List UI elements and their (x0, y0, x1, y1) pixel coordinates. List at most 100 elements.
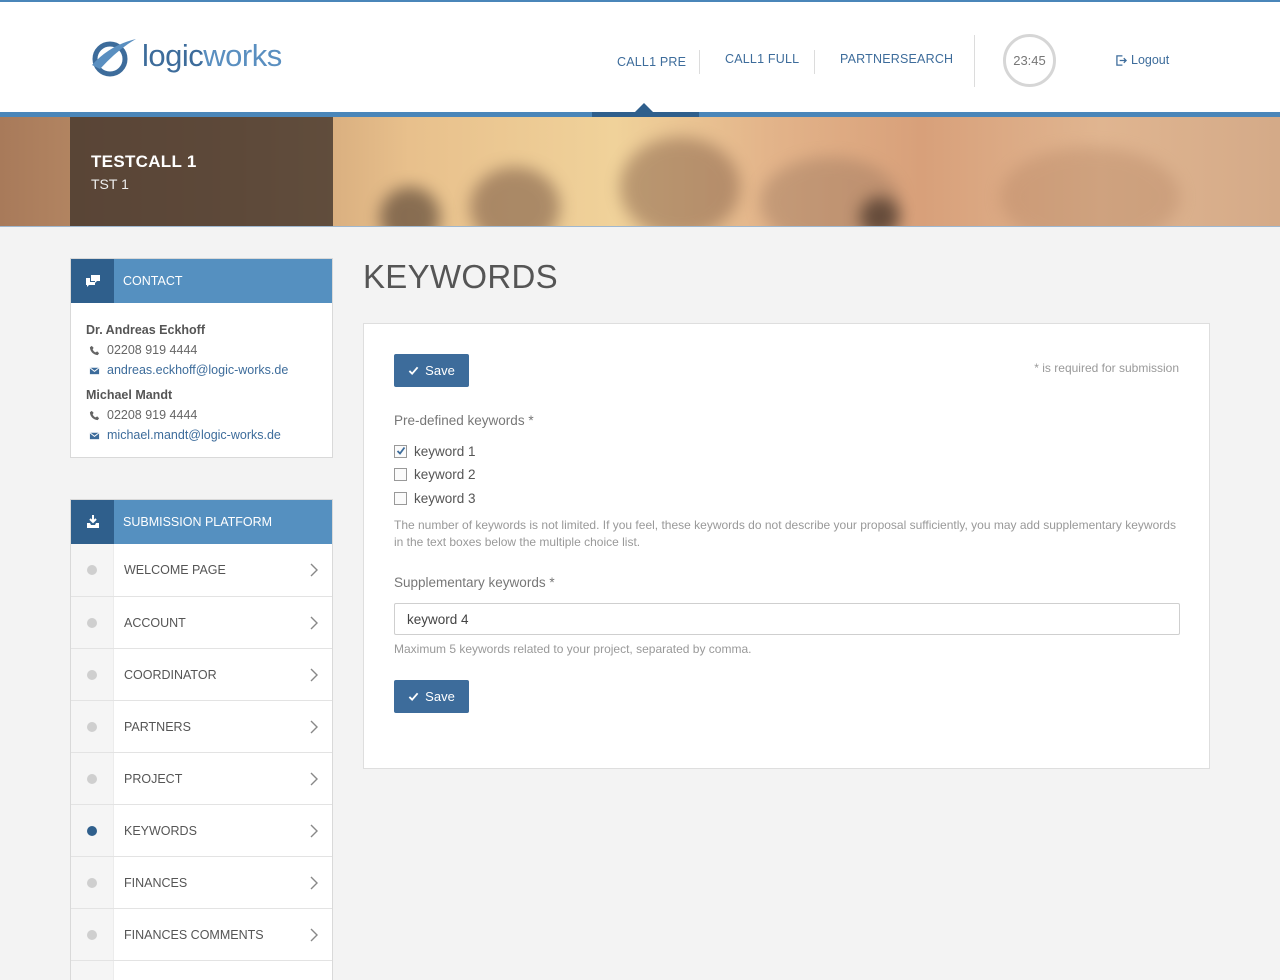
sidebar-item-keywords[interactable]: KEYWORDS (71, 804, 332, 856)
sidebar-item-label: PARTNERS (124, 719, 191, 734)
nav-item-partnersearch[interactable]: PARTNERSEARCH (840, 52, 953, 66)
sidebar-item-welcome-page[interactable]: WELCOME PAGE (71, 544, 332, 596)
checkmark-icon (408, 366, 419, 376)
sidebar-item-label: FINANCES COMMENTS (124, 927, 264, 942)
envelope-icon (89, 366, 100, 374)
nav-active-caret (635, 103, 653, 112)
contact-email-link[interactable]: andreas.eckhoff@logic-works.de (107, 363, 288, 377)
nav-divider (699, 50, 700, 74)
keyword-label: keyword 3 (414, 490, 476, 506)
contact-panel-header: CONTACT (71, 259, 332, 303)
status-dot (87, 617, 97, 628)
call-info-box: TESTCALL 1 TST 1 (70, 117, 333, 226)
session-timer-value: 23:45 (1013, 53, 1046, 68)
sidebar-item-project-summary[interactable]: PROJECT SUMMARY (71, 960, 332, 980)
phone-icon (89, 345, 100, 355)
page-title: KEYWORDS (363, 258, 558, 295)
status-dot (87, 565, 97, 575)
chevron-right-icon (310, 928, 318, 942)
status-dot-cell (71, 649, 114, 700)
contact-panel: CONTACT Dr. Andreas Eckhoff 02208 919 44… (70, 258, 333, 458)
save-button-label: Save (425, 689, 455, 704)
checkbox[interactable] (394, 444, 407, 458)
status-dot (87, 669, 97, 680)
logout-link[interactable]: Logout (1116, 53, 1169, 67)
phone-icon (89, 410, 100, 420)
status-dot-cell (71, 961, 114, 980)
status-dot-cell (71, 753, 114, 804)
predefined-keywords-help: The number of keywords is not limited. I… (394, 518, 1176, 549)
supplementary-keywords-input[interactable] (394, 603, 1180, 635)
chevron-right-icon (310, 772, 318, 786)
chevron-right-icon (310, 563, 318, 577)
checkbox[interactable] (394, 491, 407, 505)
keyword-checkbox-row[interactable]: keyword 2 (394, 464, 476, 484)
contact-name: Dr. Andreas Eckhoff (86, 323, 206, 337)
sidebar-item-finances-comments[interactable]: FINANCES COMMENTS (71, 908, 332, 960)
chevron-right-icon (310, 668, 318, 682)
chevron-right-icon (310, 616, 318, 630)
main-nav: CALL1 PRE CALL1 FULL PARTNERSEARCH 23:45… (0, 0, 1280, 110)
submission-panel-title: SUBMISSION PLATFORM (123, 515, 273, 529)
keyword-label: keyword 1 (414, 443, 476, 459)
status-dot (87, 877, 97, 888)
sidebar-item-account[interactable]: ACCOUNT (71, 596, 332, 648)
session-timer: 23:45 (1003, 34, 1056, 87)
checkbox[interactable] (394, 467, 407, 481)
banner-divider (0, 226, 1280, 227)
checkmark-icon (408, 692, 419, 702)
status-dot-cell (71, 701, 114, 752)
nav-divider (974, 35, 975, 87)
chat-bubbles-icon (71, 259, 114, 303)
supplementary-keywords-label: Supplementary keywords * (394, 575, 555, 590)
save-button[interactable]: Save (394, 354, 469, 387)
chevron-right-icon (310, 824, 318, 838)
chevron-right-icon (310, 876, 318, 890)
save-button-label: Save (425, 363, 455, 378)
call-subtitle: TST 1 (91, 176, 129, 192)
status-dot-cell (71, 597, 114, 648)
sidebar-item-label: WELCOME PAGE (124, 563, 226, 577)
status-dot (87, 721, 97, 732)
nav-item-call1-pre[interactable]: CALL1 PRE (617, 55, 686, 69)
submission-menu: WELCOME PAGE ACCOUNT COORDINATOR PARTNERS PR… (71, 544, 332, 980)
status-dot-cell (71, 544, 114, 596)
sidebar-item-project[interactable]: PROJECT (71, 752, 332, 804)
keyword-checkbox-row[interactable]: keyword 1 (394, 441, 476, 461)
logout-label: Logout (1131, 53, 1170, 67)
status-dot (87, 929, 97, 940)
sidebar-item-partners[interactable]: PARTNERS (71, 700, 332, 752)
logout-icon (1116, 54, 1127, 66)
contact-email: andreas.eckhoff@logic-works.de (86, 360, 332, 380)
status-dot-cell (71, 805, 114, 856)
keyword-label: keyword 2 (414, 466, 476, 482)
contact-phone: 02208 919 4444 (86, 405, 332, 425)
call-title: TESTCALL 1 (91, 152, 197, 171)
chevron-right-icon (310, 720, 318, 734)
contact-email: michael.mandt@logic-works.de (86, 425, 332, 445)
sidebar-item-label: KEYWORDS (124, 823, 197, 838)
status-dot (87, 825, 97, 836)
keywords-form-card: Save * is required for submission Pre-de… (363, 323, 1210, 769)
required-note: * is required for submission (1034, 361, 1179, 375)
sidebar-item-label: COORDINATOR (124, 667, 217, 682)
save-button[interactable]: Save (394, 680, 469, 713)
contact-phone: 02208 919 4444 (86, 340, 332, 360)
contact-name: Michael Mandt (86, 388, 173, 402)
nav-item-call1-full[interactable]: CALL1 FULL (725, 52, 799, 66)
contact-email-link[interactable]: michael.mandt@logic-works.de (107, 428, 281, 442)
contact-phone-value: 02208 919 4444 (107, 343, 198, 357)
contact-phone-value: 02208 919 4444 (107, 408, 198, 422)
sidebar-item-label: PROJECT (124, 771, 183, 786)
download-tray-icon (71, 500, 114, 544)
contact-panel-title: CONTACT (123, 274, 183, 288)
checkmark-icon (396, 446, 405, 455)
sidebar-item-label: ACCOUNT (124, 615, 186, 630)
sidebar-item-finances[interactable]: FINANCES (71, 856, 332, 908)
sidebar-item-label: FINANCES (124, 875, 188, 890)
submission-panel: SUBMISSION PLATFORM WELCOME PAGE ACCOUNT C… (70, 499, 333, 980)
nav-divider (814, 50, 815, 74)
sidebar-item-coordinator[interactable]: COORDINATOR (71, 648, 332, 700)
keyword-checkbox-row[interactable]: keyword 3 (394, 488, 476, 508)
supplementary-keywords-help: Maximum 5 keywords related to your proje… (394, 642, 752, 656)
